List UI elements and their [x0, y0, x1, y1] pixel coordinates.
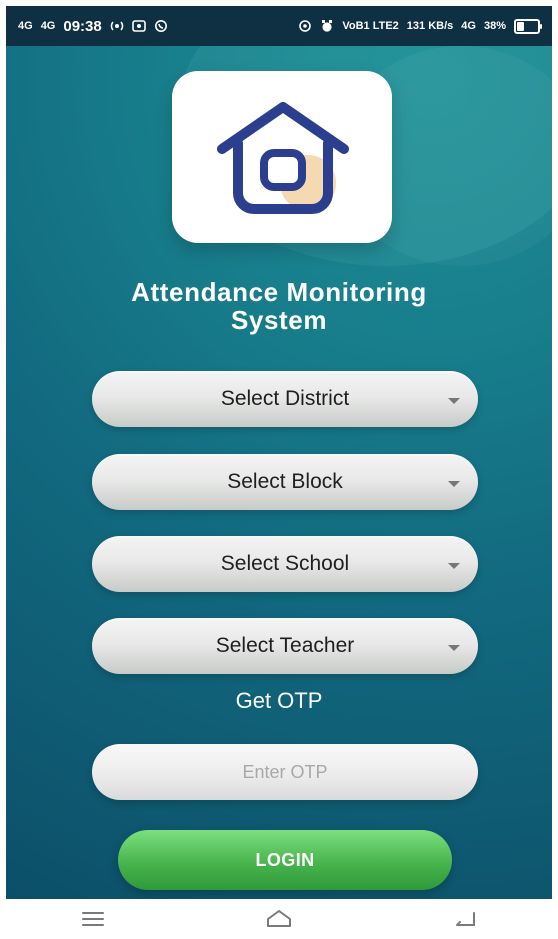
- hotspot-icon: [110, 19, 124, 33]
- otp-input[interactable]: [92, 760, 478, 784]
- school-select[interactable]: Select School: [92, 536, 478, 592]
- login-form: Attendance Monitoring System Select Dist…: [6, 46, 552, 899]
- volte-indicator: VoB1 LTE2: [342, 20, 399, 32]
- status-left: 4G 4G 09:38: [18, 18, 168, 35]
- chevron-down-icon: [448, 398, 460, 404]
- network-indicator-1: 4G: [18, 20, 33, 32]
- recent-apps-button[interactable]: [73, 899, 113, 939]
- teacher-select[interactable]: Select Teacher: [92, 618, 478, 674]
- back-button[interactable]: [445, 899, 485, 939]
- status-right: VoB1 LTE2 131 KB/s 4G 38%: [298, 18, 542, 34]
- get-otp-button[interactable]: Get OTP: [6, 688, 552, 714]
- app-title-line-1: Attendance Monitoring: [131, 277, 427, 307]
- system-nav-bar: [0, 899, 558, 939]
- clock: 09:38: [63, 17, 102, 35]
- alarm-icon: [320, 19, 334, 33]
- network-speed: 131 KB/s: [406, 20, 454, 32]
- network-indicator-2: 4G: [40, 20, 56, 32]
- teacher-select-label: Select Teacher: [215, 634, 355, 657]
- district-select-label: Select District: [220, 387, 350, 410]
- status-bar: 4G 4G 09:38 VoB1 LTE2 131 KB/s 4G 38%: [6, 6, 552, 46]
- login-button[interactable]: LOGIN: [118, 830, 452, 890]
- district-select[interactable]: Select District: [92, 371, 478, 427]
- block-select[interactable]: Select Block: [92, 454, 478, 510]
- menu-icon: [82, 912, 104, 926]
- app-logo: [172, 71, 392, 243]
- whatsapp-icon: [154, 19, 168, 33]
- school-select-label: Select School: [220, 552, 350, 575]
- battery-percent: 38%: [483, 20, 506, 32]
- otp-field-wrapper: [92, 744, 478, 800]
- app-screen: 4G 4G 09:38 VoB1 LTE2 131 KB/s 4G 38% At…: [6, 6, 552, 899]
- chevron-down-icon: [448, 645, 460, 651]
- app-title: Attendance Monitoring System: [6, 278, 552, 334]
- app-title-line-2: System: [230, 305, 328, 335]
- home-button[interactable]: [259, 899, 299, 939]
- back-icon: [456, 912, 475, 926]
- battery-icon: [514, 18, 542, 34]
- battery-level: [517, 21, 524, 31]
- phone-frame: 4G 4G 09:38 VoB1 LTE2 131 KB/s 4G 38% At…: [0, 0, 558, 939]
- chevron-down-icon: [448, 481, 460, 487]
- block-select-label: Select Block: [227, 470, 343, 493]
- home-icon: [267, 910, 291, 927]
- chevron-down-icon: [448, 563, 460, 569]
- network-indicator-right: 4G: [461, 20, 476, 32]
- house-icon: [217, 102, 349, 214]
- location-icon: [298, 19, 312, 33]
- gallery-icon: [131, 19, 146, 33]
